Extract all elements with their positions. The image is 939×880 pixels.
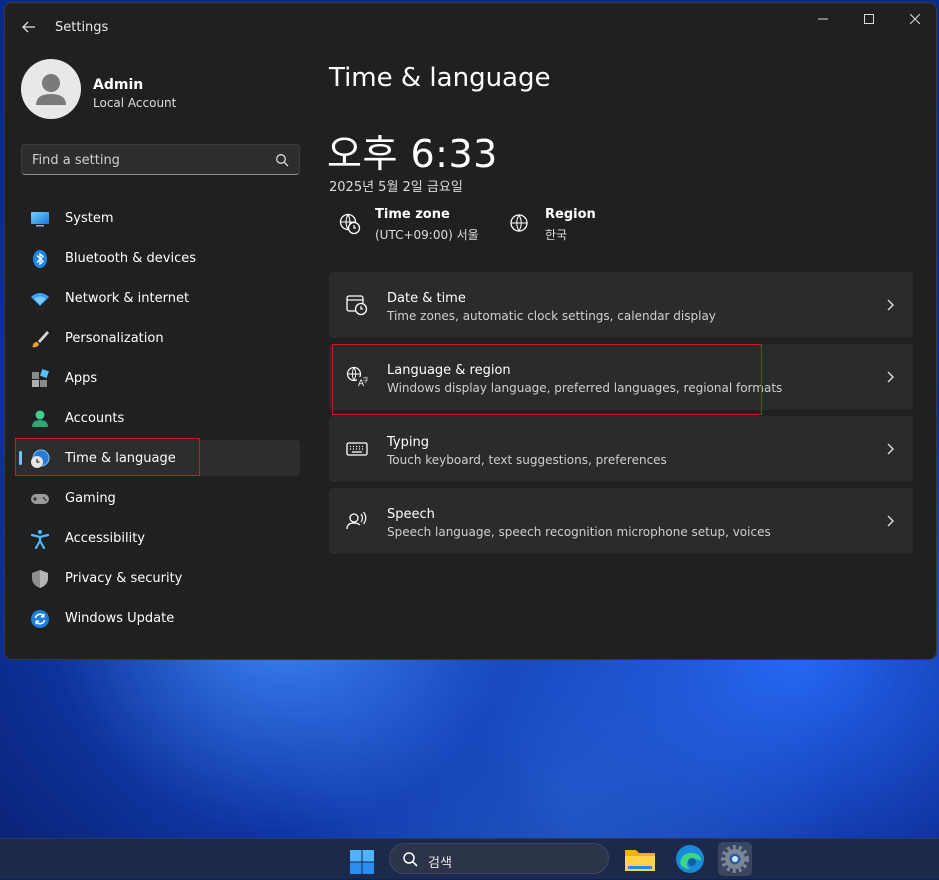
maximize-button[interactable] bbox=[846, 3, 892, 35]
sidebar-item-personalization[interactable]: Personalization bbox=[15, 320, 300, 356]
sidebar-item-gaming[interactable]: Gaming bbox=[15, 480, 300, 516]
back-button[interactable] bbox=[17, 15, 41, 39]
card-title: Language & region bbox=[387, 363, 511, 378]
card-title: Typing bbox=[387, 435, 429, 450]
search-field[interactable]: Find a setting bbox=[21, 144, 300, 175]
minimize-button[interactable] bbox=[800, 3, 846, 35]
time-language-icon bbox=[31, 449, 50, 468]
sidebar-item-label: Network & internet bbox=[65, 291, 190, 306]
chevron-right-icon bbox=[887, 443, 894, 455]
timezone-title: Time zone bbox=[375, 207, 450, 222]
card-speech[interactable]: Speech Speech language, speech recogniti… bbox=[329, 488, 913, 554]
globe-clock-icon bbox=[339, 213, 361, 235]
card-subtitle: Touch keyboard, text suggestions, prefer… bbox=[387, 453, 667, 467]
language-icon: A字 bbox=[346, 366, 368, 388]
card-subtitle: Speech language, speech recognition micr… bbox=[387, 525, 771, 539]
brush-icon bbox=[32, 331, 49, 348]
region-title: Region bbox=[545, 207, 596, 222]
sidebar-item-label: Apps bbox=[65, 371, 98, 386]
title-bar: Settings bbox=[5, 3, 936, 47]
system-icon bbox=[31, 212, 49, 227]
sidebar-item-label: System bbox=[65, 211, 114, 226]
app-title: Settings bbox=[55, 20, 109, 35]
close-button[interactable] bbox=[892, 3, 936, 35]
file-explorer-icon[interactable] bbox=[623, 842, 657, 876]
current-time: 오후 6:33 bbox=[327, 132, 498, 176]
timezone-info[interactable]: Time zone (UTC+09:00) 서울 bbox=[339, 205, 499, 245]
avatar bbox=[21, 59, 81, 119]
speech-icon bbox=[346, 511, 367, 530]
sidebar-item-apps[interactable]: Apps bbox=[15, 360, 300, 396]
card-subtitle: Windows display language, preferred lang… bbox=[387, 381, 783, 395]
sidebar-item-accounts[interactable]: Accounts bbox=[15, 400, 300, 436]
accounts-icon bbox=[32, 410, 48, 427]
sidebar-item-label: Accounts bbox=[65, 411, 125, 426]
search-icon[interactable] bbox=[275, 153, 289, 167]
update-icon bbox=[31, 610, 49, 628]
sidebar-item-label: Privacy & security bbox=[65, 571, 183, 586]
sidebar-item-time-language[interactable]: Time & language bbox=[15, 440, 300, 476]
search-icon bbox=[403, 852, 418, 867]
chevron-right-icon bbox=[887, 299, 894, 311]
sidebar-item-label: Bluetooth & devices bbox=[65, 251, 196, 266]
sidebar-item-label: Time & language bbox=[65, 451, 176, 466]
keyboard-icon bbox=[346, 442, 368, 456]
gaming-icon bbox=[31, 494, 49, 504]
minimize-icon bbox=[818, 18, 828, 20]
sidebar-item-bluetooth[interactable]: Bluetooth & devices bbox=[15, 240, 300, 276]
current-date: 2025년 5월 2일 금요일 bbox=[329, 180, 463, 195]
sidebar-item-privacy[interactable]: Privacy & security bbox=[15, 560, 300, 596]
timezone-value: (UTC+09:00) 서울 bbox=[375, 228, 479, 242]
sidebar-item-network[interactable]: Network & internet bbox=[15, 280, 300, 316]
sidebar-item-label: Windows Update bbox=[65, 611, 175, 626]
search-placeholder: Find a setting bbox=[32, 153, 120, 168]
sidebar-item-label: Gaming bbox=[65, 491, 116, 506]
bluetooth-icon bbox=[33, 250, 47, 268]
taskbar-search-label: 검색 bbox=[428, 856, 452, 871]
user-name: Admin bbox=[93, 77, 144, 93]
sidebar-item-system[interactable]: System bbox=[15, 200, 300, 236]
chevron-right-icon bbox=[887, 371, 894, 383]
globe-icon bbox=[510, 214, 528, 232]
region-value: 한국 bbox=[545, 228, 568, 242]
taskbar-search[interactable]: 검색 bbox=[389, 843, 609, 874]
shield-icon bbox=[32, 570, 48, 588]
close-icon bbox=[910, 14, 920, 24]
sidebar-item-accessibility[interactable]: Accessibility bbox=[15, 520, 300, 556]
user-avatar-icon bbox=[36, 74, 66, 105]
back-arrow-icon bbox=[22, 21, 35, 33]
taskbar: 검색 bbox=[0, 838, 939, 879]
card-title: Date & time bbox=[387, 291, 466, 306]
wifi-icon bbox=[31, 293, 49, 306]
settings-window: Settings Admin Local Account Find a sett… bbox=[4, 2, 937, 660]
selection-indicator bbox=[19, 451, 22, 465]
accessibility-icon bbox=[30, 530, 50, 549]
chevron-right-icon bbox=[887, 515, 894, 527]
card-date-time[interactable]: Date & time Time zones, automatic clock … bbox=[329, 272, 913, 338]
sidebar-item-windows-update[interactable]: Windows Update bbox=[15, 600, 300, 636]
card-language-region[interactable]: A字 Language & region Windows display lan… bbox=[329, 344, 913, 410]
card-subtitle: Time zones, automatic clock settings, ca… bbox=[387, 309, 716, 323]
account-type: Local Account bbox=[93, 96, 177, 110]
edge-browser-icon[interactable] bbox=[673, 842, 707, 876]
region-info[interactable]: Region 한국 bbox=[509, 205, 629, 245]
svg-text:字: 字 bbox=[363, 376, 368, 384]
card-title: Speech bbox=[387, 507, 435, 522]
sidebar-nav: System Bluetooth & devices Network & int… bbox=[15, 200, 300, 640]
calendar-clock-icon bbox=[346, 295, 368, 316]
page-title: Time & language bbox=[329, 63, 551, 93]
windows-start-icon[interactable] bbox=[349, 849, 375, 875]
maximize-icon bbox=[864, 14, 874, 24]
apps-icon bbox=[32, 369, 49, 387]
sidebar-item-label: Personalization bbox=[65, 331, 164, 346]
settings-taskbar-button[interactable] bbox=[718, 842, 752, 876]
card-typing[interactable]: Typing Touch keyboard, text suggestions,… bbox=[329, 416, 913, 482]
gear-icon bbox=[721, 845, 749, 873]
sidebar-item-label: Accessibility bbox=[65, 531, 145, 546]
